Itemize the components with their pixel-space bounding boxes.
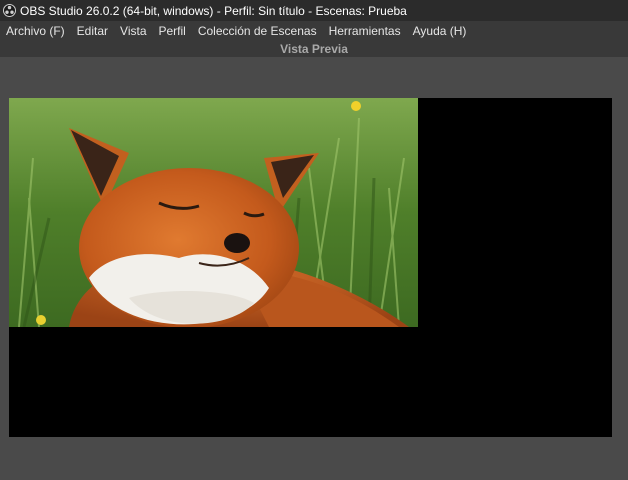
menu-herramientas[interactable]: Herramientas xyxy=(323,21,407,41)
menu-ayuda[interactable]: Ayuda (H) xyxy=(407,21,473,41)
preview-canvas[interactable] xyxy=(9,98,612,437)
menu-bar: Archivo (F) Editar Vista Perfil Colecció… xyxy=(0,21,628,41)
menu-editar[interactable]: Editar xyxy=(71,21,114,41)
menu-vista[interactable]: Vista xyxy=(114,21,152,41)
fox-image-source[interactable] xyxy=(9,98,418,327)
menu-archivo[interactable]: Archivo (F) xyxy=(0,21,71,41)
preview-title: Vista Previa xyxy=(0,41,628,57)
menu-perfil[interactable]: Perfil xyxy=(153,21,192,41)
window-titlebar: OBS Studio 26.0.2 (64-bit, windows) - Pe… xyxy=(0,0,628,21)
window-title: OBS Studio 26.0.2 (64-bit, windows) - Pe… xyxy=(20,3,407,18)
preview-area[interactable] xyxy=(0,57,628,480)
obs-logo-icon[interactable] xyxy=(3,4,16,17)
fox-image xyxy=(9,98,418,327)
menu-coleccion-escenas[interactable]: Colección de Escenas xyxy=(192,21,323,41)
